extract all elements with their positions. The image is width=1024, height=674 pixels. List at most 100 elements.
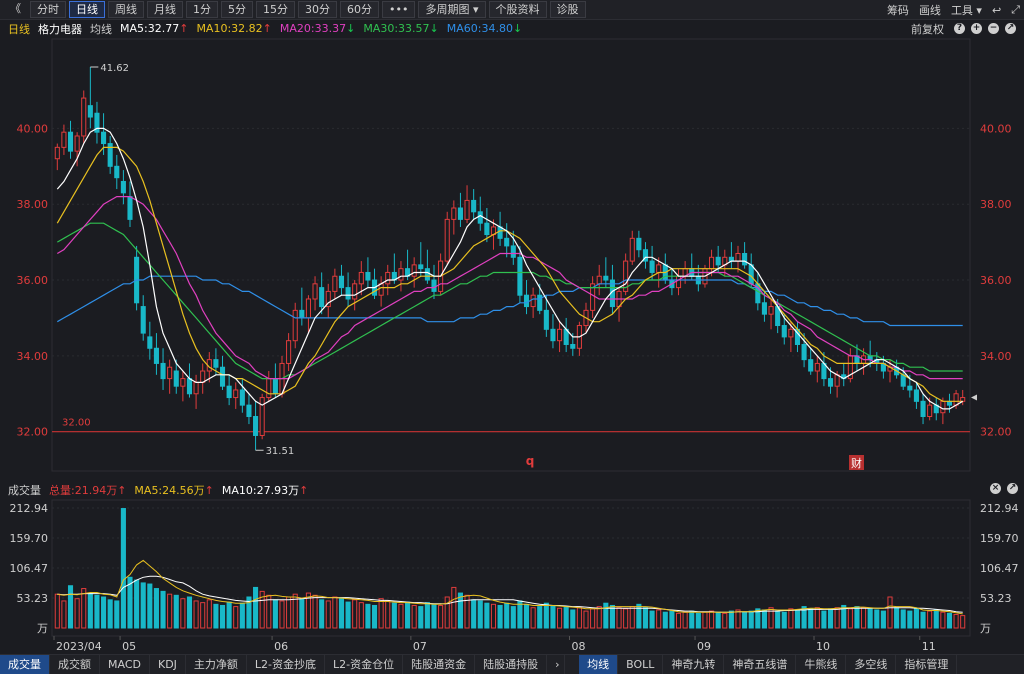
candle-body xyxy=(920,400,926,418)
fullscreen-icon[interactable]: ⤢ xyxy=(1011,3,1020,17)
period-button-12[interactable]: 诊股 xyxy=(549,1,586,18)
tab-tabs_right-3[interactable]: 神奇五线谱 xyxy=(724,655,797,674)
collapse-left-button[interactable]: 《 xyxy=(4,1,27,18)
period-button-0[interactable]: 分时 xyxy=(30,1,66,18)
period-button-11[interactable]: 个股资料 xyxy=(488,1,547,18)
candle-body xyxy=(385,271,391,285)
tab-tabs_left-5[interactable]: L2-资金抄底 xyxy=(247,655,326,674)
volume-ma5: MA5:24.56万↑ xyxy=(134,483,214,497)
tab-tabs_right-4[interactable]: 牛熊线 xyxy=(796,655,847,674)
candle-body xyxy=(74,135,80,152)
period-button-2[interactable]: 周线 xyxy=(108,1,144,18)
tab-tabs_left-6[interactable]: L2-资金仓位 xyxy=(325,655,404,674)
tabs-scroll-right-icon[interactable]: › xyxy=(547,655,566,674)
tab-tabs_left-0[interactable]: 成交量 xyxy=(0,655,50,674)
x-tick-label: 08 xyxy=(571,640,585,652)
period-button-3[interactable]: 月线 xyxy=(147,1,183,18)
volume-bar xyxy=(880,610,886,629)
tab-tabs_right-1[interactable]: BOLL xyxy=(618,655,664,674)
volume-bar xyxy=(537,606,543,629)
y-tick-label-right: 40.00 xyxy=(980,122,1012,135)
avg-label[interactable]: 均线 xyxy=(90,21,112,37)
support-line-label: 32.00 xyxy=(62,418,91,429)
period-button-8[interactable]: 60分 xyxy=(340,1,379,18)
candle-body xyxy=(504,237,510,247)
period-button-10[interactable]: 多周期图 ▾ xyxy=(418,1,486,18)
volume-bar xyxy=(946,612,953,629)
candle-body xyxy=(900,374,906,387)
ma20-value: MA20:33.37↓ xyxy=(279,22,356,35)
volume-bar xyxy=(775,610,781,629)
period-button-9[interactable]: ••• xyxy=(382,1,416,18)
tab-tabs_left-1[interactable]: 成交额 xyxy=(50,655,100,674)
volume-bar xyxy=(656,609,662,629)
tab-tabs_left-2[interactable]: MACD xyxy=(100,655,150,674)
candle-body xyxy=(180,378,186,387)
tab-tabs_right-5[interactable]: 多空线 xyxy=(846,655,897,674)
volume-bar xyxy=(352,599,358,629)
tab-tabs_right-0[interactable]: 均线 xyxy=(579,655,619,674)
volume-bar xyxy=(709,610,715,629)
zoom-in-icon[interactable]: + xyxy=(971,23,982,34)
question-icon[interactable]: ? xyxy=(954,23,965,34)
volume-bar xyxy=(338,598,345,629)
x-tick-label: 06 xyxy=(274,640,288,652)
volume-bar xyxy=(74,598,80,629)
tab-tabs_right-2[interactable]: 神奇九转 xyxy=(663,655,725,674)
close-icon[interactable]: × xyxy=(990,483,1001,494)
volume-bar xyxy=(147,583,153,629)
candle-body xyxy=(913,389,919,402)
candle-body xyxy=(484,222,490,236)
toolbar-right-button-0[interactable]: 筹码 xyxy=(887,2,909,18)
period-button-1[interactable]: 日线 xyxy=(69,1,105,18)
volume-bar xyxy=(107,599,113,629)
volume-bar xyxy=(180,598,186,629)
candle-body xyxy=(946,400,953,406)
tab-tabs_left-3[interactable]: KDJ xyxy=(150,655,186,674)
tab-tabs_left-8[interactable]: 陆股通持股 xyxy=(475,655,548,674)
period-button-5[interactable]: 5分 xyxy=(221,1,253,18)
volume-tick-left: 159.70 xyxy=(10,532,49,545)
volume-label: 成交量 xyxy=(8,483,41,497)
volume-bar xyxy=(272,599,278,629)
candle-body xyxy=(636,237,642,251)
y-tick-label-left: 38.00 xyxy=(17,198,49,211)
low-label: 31.51 xyxy=(266,446,295,457)
undo-icon[interactable]: ↩ xyxy=(992,4,1001,17)
volume-bar xyxy=(682,611,688,629)
tab-tabs_left-4[interactable]: 主力净额 xyxy=(186,655,247,674)
toolbar-right-button-2[interactable]: 工具 ▾ xyxy=(951,2,982,18)
expand-icon[interactable]: ↗ xyxy=(1005,23,1016,34)
tab-tabs_right-6[interactable]: 指标管理 xyxy=(896,655,958,674)
indicator-tabs: 成交量 成交额 MACD KDJ 主力净额 L2-资金抄底 L2-资金仓位 陆股通资金 陆股通持… xyxy=(0,654,1024,674)
candle-body xyxy=(292,309,298,342)
volume-bar xyxy=(233,606,239,629)
period-button-4[interactable]: 1分 xyxy=(186,1,218,18)
candle-body xyxy=(193,381,199,395)
ma20-line xyxy=(57,196,963,380)
y-tick-label-left: 34.00 xyxy=(17,350,49,363)
period-button-7[interactable]: 30分 xyxy=(298,1,337,18)
volume-bar xyxy=(649,610,655,629)
volume-bar xyxy=(570,609,576,629)
period-button-6[interactable]: 15分 xyxy=(256,1,295,18)
volume-bar xyxy=(67,585,74,629)
volume-chart[interactable]: 212.94 212.94 159.70 159.70 106.47 106.47 53.2… xyxy=(0,498,1024,652)
candle-body xyxy=(834,374,840,387)
volume-bar xyxy=(517,600,523,629)
candle-body xyxy=(827,378,834,387)
candle-body xyxy=(510,245,516,258)
candle-body xyxy=(471,199,477,213)
candle-body xyxy=(748,264,754,285)
indicator-tabs-left: 成交量 成交额 MACD KDJ 主力净额 L2-资金抄底 L2-资金仓位 陆股通资金 陆股通持… xyxy=(0,655,548,674)
volume-bar xyxy=(543,602,549,629)
candle-body xyxy=(543,309,549,330)
toolbar-right-button-1[interactable]: 画线 xyxy=(919,2,941,18)
adjust-mode[interactable]: 前复权 xyxy=(911,21,944,37)
candlestick-chart[interactable]: 40.00 40.00 38.00 38.00 36.00 36.00 34.00 34.00… xyxy=(0,37,1024,477)
tab-tabs_left-7[interactable]: 陆股通资金 xyxy=(403,655,476,674)
expand-volume-icon[interactable]: ↗ xyxy=(1007,483,1018,494)
volume-bar xyxy=(438,604,444,629)
zoom-out-icon[interactable]: − xyxy=(988,23,999,34)
ma10-line xyxy=(56,146,963,402)
